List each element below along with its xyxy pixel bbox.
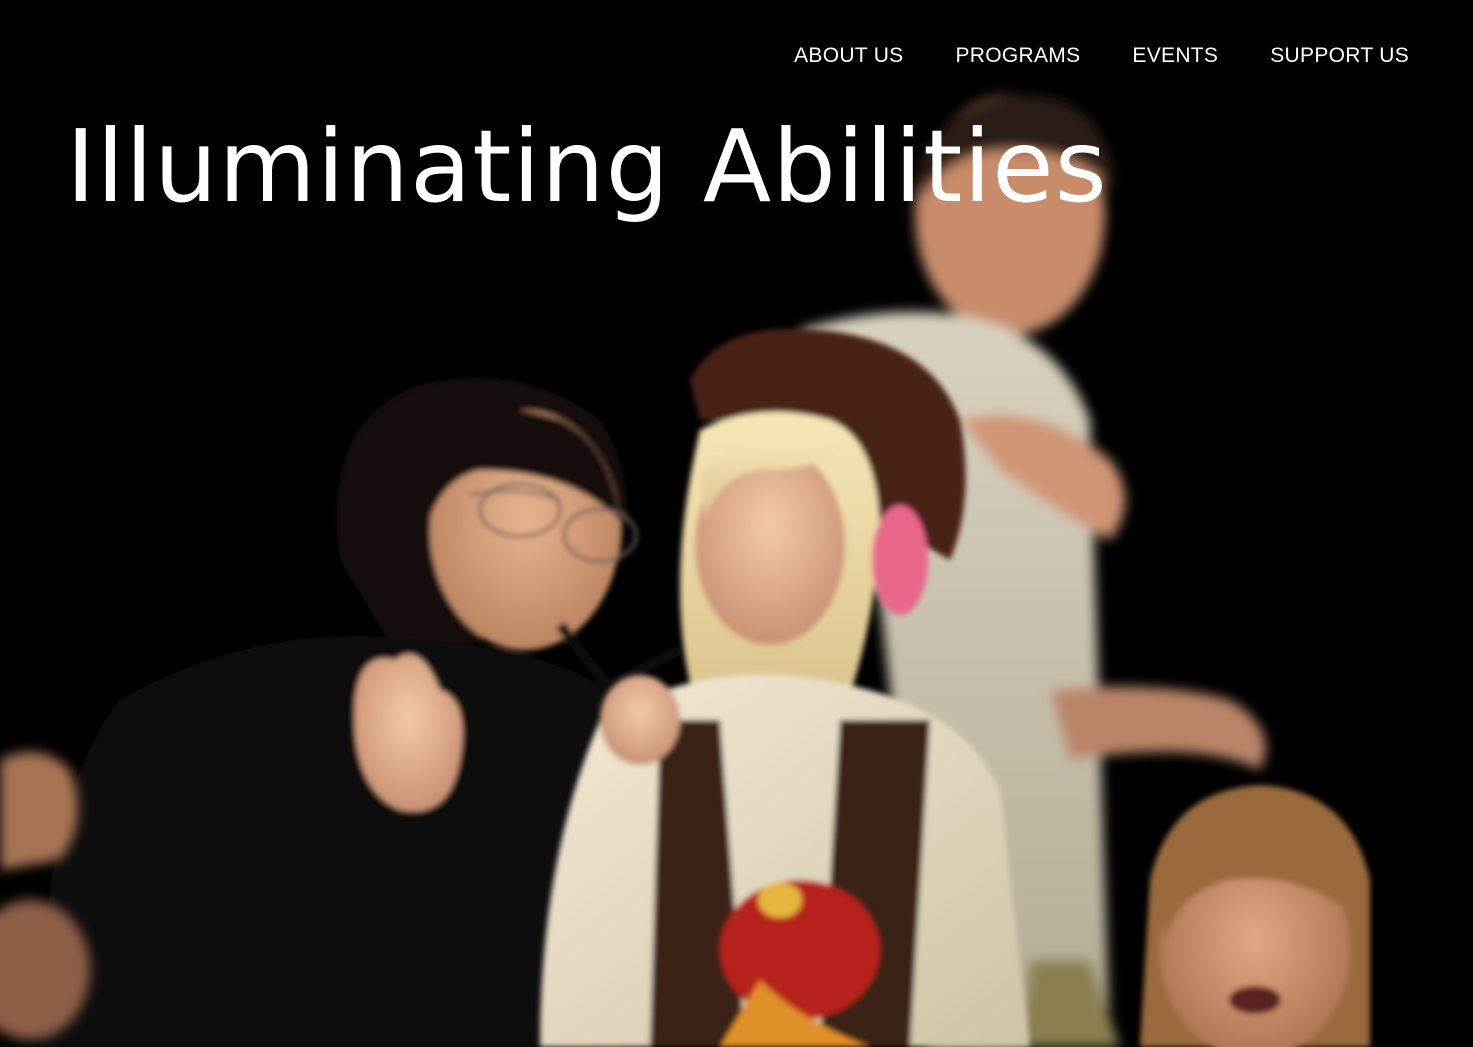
nav-link-about-us[interactable]: ABOUT US — [794, 44, 903, 68]
hero-title: Illuminating Abilities — [66, 108, 1108, 225]
hero-section: ABOUT US PROGRAMS EVENTS SUPPORT US Illu… — [0, 0, 1473, 1047]
nav-link-support-us[interactable]: SUPPORT US — [1270, 44, 1409, 68]
main-nav: ABOUT US PROGRAMS EVENTS SUPPORT US — [794, 44, 1409, 68]
nav-link-events[interactable]: EVENTS — [1132, 44, 1218, 68]
nav-link-programs[interactable]: PROGRAMS — [955, 44, 1080, 68]
